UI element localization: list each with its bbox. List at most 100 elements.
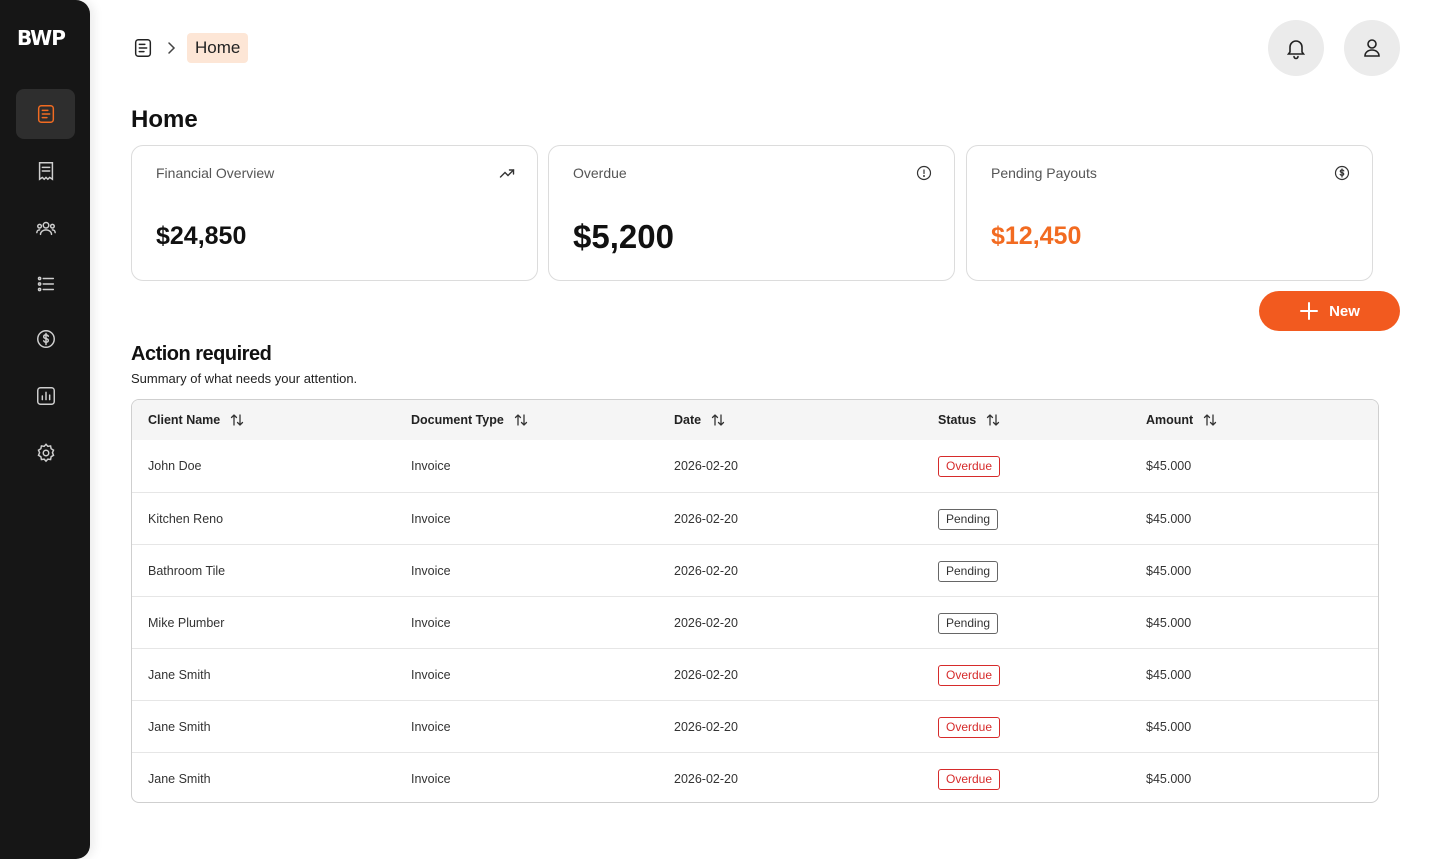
status-badge: Pending bbox=[938, 560, 999, 582]
status-badge: Overdue bbox=[938, 664, 1001, 686]
cell-client-name-text: Bathroom Tile bbox=[148, 564, 226, 578]
cell-date-text: 2026-02-20 bbox=[674, 668, 738, 682]
cell-amount: $45.000 bbox=[1146, 597, 1191, 649]
sidebar-item-settings[interactable] bbox=[16, 428, 75, 478]
cell-document-type: Invoice bbox=[411, 649, 451, 701]
status-badge: Pending bbox=[938, 612, 999, 634]
cell-amount: $45.000 bbox=[1146, 649, 1191, 701]
column-header-amount[interactable]: Amount bbox=[1146, 400, 1217, 440]
cell-document-type: Invoice bbox=[411, 545, 451, 597]
card-value: $24,850 bbox=[156, 222, 247, 250]
status-badge: Overdue bbox=[938, 716, 1001, 738]
cell-client-name-text: Jane Smith bbox=[148, 772, 211, 786]
cell-client-name: John Doe bbox=[148, 440, 202, 492]
cell-document-type-text: Invoice bbox=[411, 668, 451, 682]
breadcrumb-current[interactable]: Home bbox=[187, 33, 249, 63]
cell-status: Pending bbox=[938, 545, 999, 597]
cell-amount: $45.000 bbox=[1146, 493, 1191, 545]
cell-document-type-text: Invoice bbox=[411, 616, 451, 630]
cell-date: 2026-02-20 bbox=[674, 597, 738, 649]
cell-date-text: 2026-02-20 bbox=[674, 616, 738, 630]
column-header-label: Client Name bbox=[148, 413, 221, 427]
cell-status: Overdue bbox=[938, 440, 1001, 492]
cell-client-name: Jane Smith bbox=[148, 753, 211, 802]
financial-overview-card: Financial Overview $24,850 bbox=[131, 145, 538, 281]
card-label: Financial Overview bbox=[156, 165, 275, 181]
table-row[interactable]: Jane Smith Invoice 2026-02-20 Overdue $45.00… bbox=[132, 700, 1378, 752]
trending-up-icon bbox=[499, 169, 515, 178]
cell-status: Overdue bbox=[938, 649, 1001, 701]
sort-icon bbox=[1204, 414, 1217, 426]
cell-amount: $45.000 bbox=[1146, 440, 1191, 492]
cell-amount: $45.000 bbox=[1146, 545, 1191, 597]
cell-status: Pending bbox=[938, 597, 999, 649]
cell-document-type: Invoice bbox=[411, 753, 451, 802]
sidebar-item-clients[interactable] bbox=[16, 203, 75, 253]
cell-date: 2026-02-20 bbox=[674, 493, 738, 545]
cell-date-text: 2026-02-20 bbox=[674, 772, 738, 786]
card-value: $12,450 bbox=[991, 222, 1082, 250]
cell-amount-text: $45.000 bbox=[1146, 459, 1192, 473]
cell-amount-text: $45.000 bbox=[1146, 720, 1192, 734]
cell-amount: $45.000 bbox=[1146, 753, 1191, 802]
sidebar-item-tasks[interactable] bbox=[16, 259, 75, 309]
cell-document-type-text: Invoice bbox=[411, 772, 451, 786]
cell-document-type: Invoice bbox=[411, 493, 451, 545]
section-subtitle: Summary of what needs your attention. bbox=[131, 371, 358, 386]
cell-document-type: Invoice bbox=[411, 701, 451, 753]
cell-amount: $45.000 bbox=[1146, 701, 1191, 753]
cell-status: Pending bbox=[938, 493, 999, 545]
list-icon bbox=[37, 276, 54, 292]
table-row[interactable]: Mike Plumber Invoice 2026-02-20 Pending $45.… bbox=[132, 596, 1378, 648]
new-button[interactable]: New bbox=[1259, 291, 1400, 331]
cell-date: 2026-02-20 bbox=[674, 701, 738, 753]
pending-payouts-card: Pending Payouts $12,450 bbox=[966, 145, 1373, 281]
table-row[interactable]: John Doe Invoice 2026-02-20 Overdue $45.000 bbox=[132, 440, 1378, 492]
card-label: Pending Payouts bbox=[991, 165, 1097, 181]
overdue-card: Overdue $5,200 bbox=[548, 145, 955, 281]
cell-amount-text: $45.000 bbox=[1146, 668, 1192, 682]
document-list-icon bbox=[37, 105, 54, 123]
column-header-status[interactable]: Status bbox=[938, 400, 1000, 440]
dollar-circle-icon bbox=[1334, 165, 1350, 181]
table-row[interactable]: Jane Smith Invoice 2026-02-20 Overdue $45.00… bbox=[132, 752, 1378, 802]
app-logo[interactable]: BWP bbox=[17, 26, 66, 50]
cell-date-text: 2026-02-20 bbox=[674, 720, 738, 734]
table-row[interactable]: Jane Smith Invoice 2026-02-20 Overdue $45.00… bbox=[132, 648, 1378, 700]
column-header-label: Amount bbox=[1146, 413, 1194, 427]
profile-button[interactable] bbox=[1344, 20, 1400, 76]
bell-icon bbox=[1286, 40, 1306, 60]
column-header-label: Status bbox=[938, 413, 977, 427]
cell-document-type-text: Invoice bbox=[411, 459, 451, 473]
cell-client-name-text: John Doe bbox=[148, 459, 202, 473]
sidebar-item-home[interactable] bbox=[16, 89, 75, 139]
notifications-button[interactable] bbox=[1268, 20, 1324, 76]
plus-icon bbox=[1300, 302, 1319, 320]
column-header-date[interactable]: Date bbox=[674, 400, 725, 440]
cell-status: Overdue bbox=[938, 753, 1001, 802]
status-badge: Pending bbox=[938, 508, 999, 530]
cell-document-type-text: Invoice bbox=[411, 564, 451, 578]
user-icon bbox=[1364, 39, 1380, 57]
sort-icon bbox=[711, 414, 725, 426]
cell-date: 2026-02-20 bbox=[674, 440, 738, 492]
cell-client-name-text: Jane Smith bbox=[148, 668, 211, 682]
sidebar-item-payments[interactable] bbox=[16, 314, 75, 364]
action-required-table: Client Name Document Type Date Status Am… bbox=[131, 399, 1379, 803]
cell-status: Overdue bbox=[938, 701, 1001, 753]
status-badge: Overdue bbox=[938, 455, 1001, 477]
receipt-icon bbox=[38, 162, 53, 181]
card-label: Overdue bbox=[573, 165, 627, 181]
cell-client-name-text: Jane Smith bbox=[148, 720, 211, 734]
column-header-client-name[interactable]: Client Name bbox=[148, 400, 244, 440]
cell-client-name-text: Mike Plumber bbox=[148, 616, 225, 630]
document-list-icon[interactable] bbox=[132, 37, 154, 59]
sort-icon bbox=[987, 414, 1000, 426]
table-row[interactable]: Bathroom Tile Invoice 2026-02-20 Pending $45… bbox=[132, 544, 1378, 596]
sidebar-item-documents[interactable] bbox=[16, 146, 75, 196]
cell-amount-text: $45.000 bbox=[1146, 616, 1192, 630]
table-row[interactable]: Kitchen Reno Invoice 2026-02-20 Pending $45.… bbox=[132, 492, 1378, 544]
column-header-document-type[interactable]: Document Type bbox=[411, 400, 528, 440]
cell-document-type-text: Invoice bbox=[411, 720, 451, 734]
sidebar-item-reports[interactable] bbox=[16, 371, 75, 421]
